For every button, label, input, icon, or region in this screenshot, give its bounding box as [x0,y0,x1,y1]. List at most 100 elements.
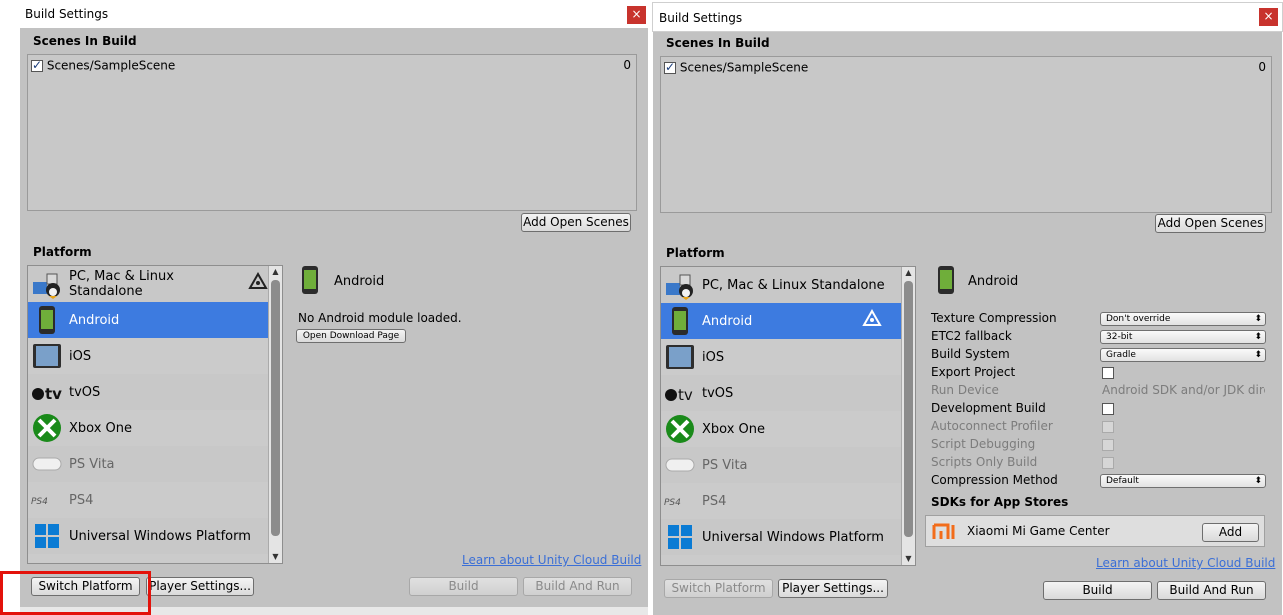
left-platform-ios[interactable]: iOS [28,338,268,374]
scripts-only-build-label: Scripts Only Build [931,455,1038,469]
unity-active-icon [862,308,882,333]
right-platform-ios-label: iOS [702,349,725,365]
right-build-and-run-button[interactable]: Build And Run [1157,581,1266,600]
android-icon [31,304,63,336]
development-build-checkbox[interactable] [1102,403,1114,415]
run-device-value: Android SDK and/or JDK dire [1102,383,1265,397]
right-platform-psvita-label: PS Vita [702,457,748,473]
left-cloud-build-link[interactable]: Learn about Unity Cloud Build [462,553,641,567]
left-player-settings-button[interactable]: Player Settings... [146,577,254,596]
left-scene-checkbox[interactable] [31,58,43,72]
right-window-title: Build Settings [659,11,743,25]
left-add-open-scenes-button[interactable]: Add Open Scenes [521,213,631,232]
svg-text:PS4: PS4 [31,497,48,505]
right-cloud-build-link[interactable]: Learn about Unity Cloud Build [1096,556,1275,570]
sdk-item-label: Xiaomi Mi Game Center [967,524,1110,538]
android-icon [300,265,320,298]
tvos-icon: tv [664,377,696,409]
left-title-strip: Build Settings [0,0,648,28]
right-scene-row[interactable]: Scenes/SampleScene 0 [664,60,1270,76]
windows-icon [31,520,63,552]
left-close-icon[interactable]: × [627,6,646,24]
android-icon [936,265,956,298]
left-scenes-list[interactable]: Scenes/SampleScene 0 [27,54,637,211]
ps4-icon: PS4 [31,484,63,516]
build-system-label: Build System [931,347,1010,361]
right-platform-ps4[interactable]: PS4 PS4 [661,483,901,519]
scroll-up-icon[interactable]: ▲ [902,267,915,279]
left-platform-pc-label: PC, Mac & Linux Standalone [69,269,174,299]
right-platform-header: Platform [666,246,725,260]
scroll-up-icon[interactable]: ▲ [269,266,282,278]
left-platform-uwp[interactable]: Universal Windows Platform [28,518,268,554]
scroll-down-icon[interactable]: ▼ [269,551,282,563]
left-platform-tvos[interactable]: tv tvOS [28,374,268,410]
left-platform-list: PC, Mac & Linux Standalone Android iOS t… [27,265,283,564]
right-title-bar: Build Settings [652,2,1283,32]
script-debugging-checkbox[interactable] [1102,439,1114,451]
right-scene-name: Scenes/SampleScene [679,60,809,75]
scripts-only-build-checkbox[interactable] [1102,457,1114,469]
right-switch-platform-button[interactable]: Switch Platform [664,579,773,598]
sdk-add-button[interactable]: Add [1202,523,1259,542]
left-no-module-text: No Android module loaded. [298,311,462,325]
xiaomi-icon [932,523,958,544]
right-platform-uwp-label: Universal Windows Platform [702,529,884,545]
right-platform-webgl-partial[interactable] [661,555,901,565]
autoconnect-profiler-checkbox[interactable] [1102,421,1114,433]
left-platform-tvos-label: tvOS [69,384,101,400]
right-platform-scrollbar[interactable]: ▲ ▼ [901,267,915,565]
open-download-page-button[interactable]: Open Download Page [296,329,406,343]
left-scroll-thumb[interactable] [271,280,280,536]
right-platform-ps4-label: PS4 [702,493,727,509]
right-platform-xbox[interactable]: Xbox One [661,411,901,447]
right-add-open-scenes-button[interactable]: Add Open Scenes [1155,214,1266,233]
right-platform-psvita[interactable]: PS Vita [661,447,901,483]
left-platform-xbox-label: Xbox One [69,420,133,436]
left-platform-xbox[interactable]: Xbox One [28,410,268,446]
ps-vita-icon [31,448,63,480]
right-platform-android[interactable]: Android [661,303,901,339]
right-platform-list: PC, Mac & Linux Standalone Android iOS t… [660,266,916,566]
script-debugging-label: Script Debugging [931,437,1036,451]
android-icon [664,305,696,337]
left-platform-webgl-partial[interactable] [28,554,268,563]
compression-method-dropdown[interactable]: Default [1100,474,1266,488]
etc2-fallback-dropdown[interactable]: 32-bit [1100,330,1266,344]
export-project-checkbox[interactable] [1102,367,1114,379]
texture-compression-dropdown[interactable]: Don't override [1100,312,1266,326]
windows-icon [664,521,696,553]
export-project-label: Export Project [931,365,1016,379]
right-platform-pc[interactable]: PC, Mac & Linux Standalone [661,267,901,303]
left-platform-ps4[interactable]: PS4 PS4 [28,482,268,518]
right-scroll-thumb[interactable] [904,281,913,537]
right-close-button[interactable]: × [1259,8,1278,26]
unity-active-icon [248,271,268,296]
left-platform-pc[interactable]: PC, Mac & Linux Standalone [28,266,268,302]
left-build-and-run-button[interactable]: Build And Run [523,577,632,596]
development-build-label: Development Build [931,401,1046,415]
sdks-header: SDKs for App Stores [931,495,1069,509]
right-scenes-list[interactable]: Scenes/SampleScene 0 [660,56,1272,213]
left-platform-android[interactable]: Android [28,302,268,338]
svg-text:PS4: PS4 [664,498,681,506]
right-scene-checkbox[interactable] [664,60,676,74]
left-window-title-text: Build Settings [25,7,109,21]
right-detail-header: Android [936,265,1018,298]
left-platform-psvita[interactable]: PS Vita [28,446,268,482]
build-system-dropdown[interactable]: Gradle [1100,348,1266,362]
right-player-settings-button[interactable]: Player Settings... [778,579,888,598]
left-scene-row[interactable]: Scenes/SampleScene 0 [31,58,635,74]
right-platform-ios[interactable]: iOS [661,339,901,375]
left-platform-scrollbar[interactable]: ▲ ▼ [268,266,282,563]
tvos-icon: tv [31,376,63,408]
right-build-button[interactable]: Build [1043,581,1152,600]
left-scenes-in-build-header: Scenes In Build [33,34,137,48]
right-platform-tvos[interactable]: tv tvOS [661,375,901,411]
left-build-button[interactable]: Build [409,577,518,596]
right-platform-uwp[interactable]: Universal Windows Platform [661,519,901,555]
run-device-label: Run Device [931,383,999,397]
scroll-down-icon[interactable]: ▼ [902,553,915,565]
ios-icon [31,340,63,372]
texture-compression-label: Texture Compression [931,311,1057,325]
